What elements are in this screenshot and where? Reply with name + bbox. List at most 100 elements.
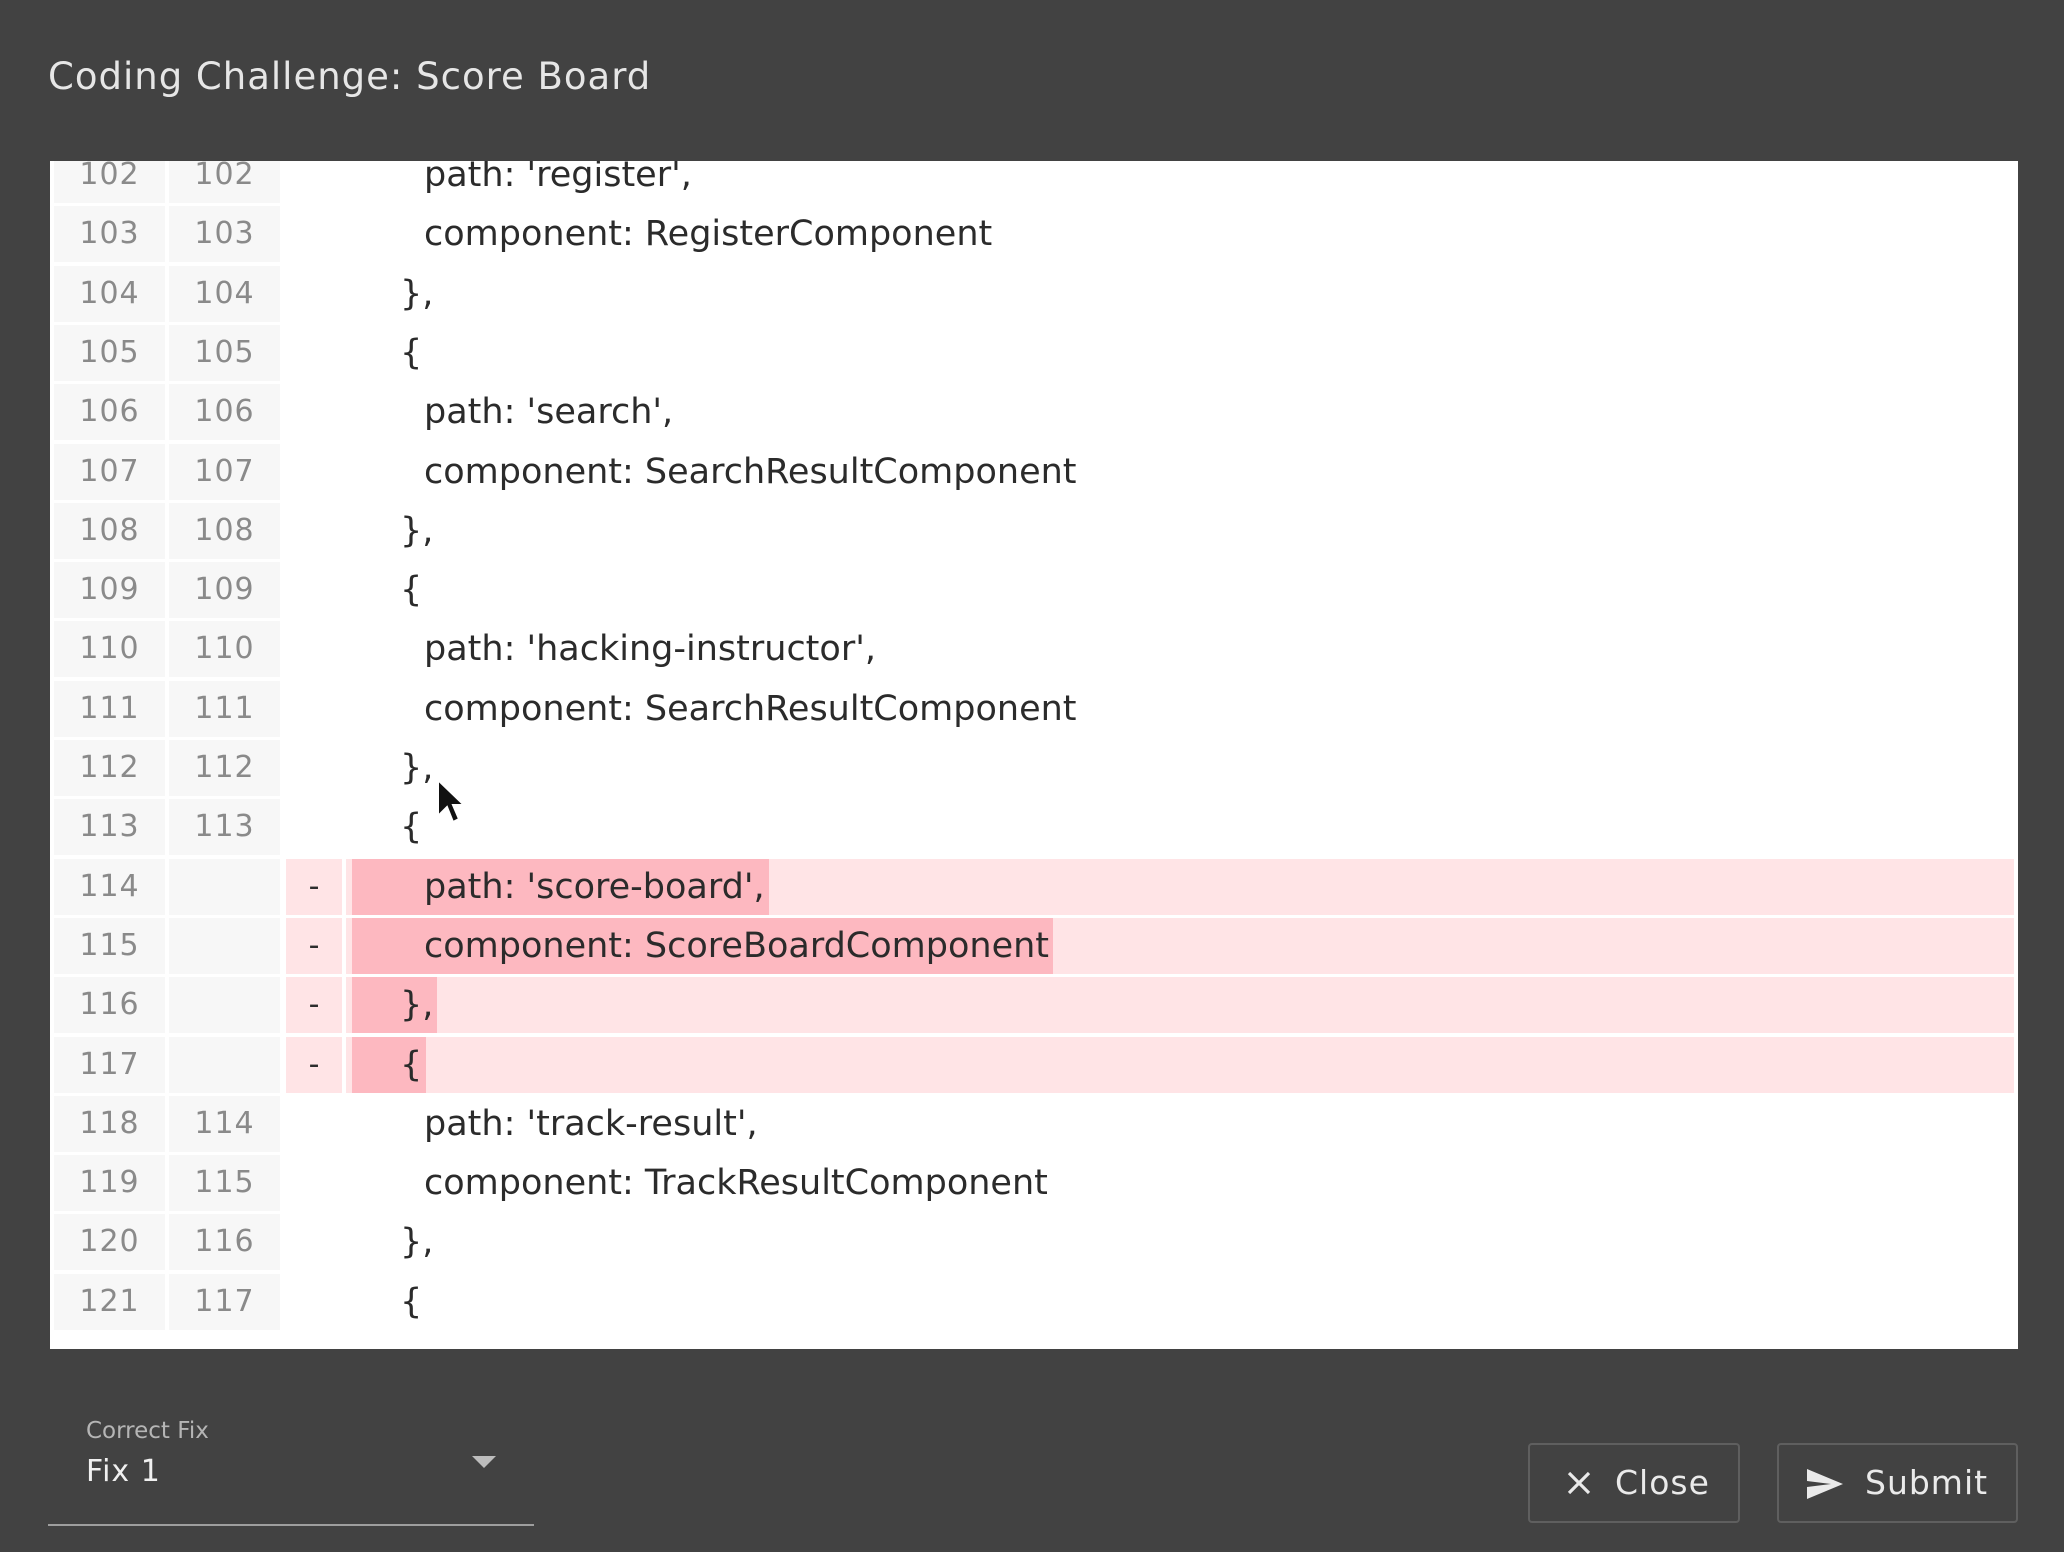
diff-marker: -	[286, 1036, 342, 1093]
new-line-number	[169, 917, 280, 974]
code-line-text: path: 'search',	[424, 392, 674, 433]
correct-fix-select[interactable]: Correct Fix Fix 1	[48, 1400, 534, 1526]
new-line-number: 105	[169, 324, 280, 381]
code-line-text: },	[400, 510, 434, 551]
old-line-number: 111	[54, 680, 165, 737]
new-line-number: 111	[169, 680, 280, 737]
code-line-background	[346, 266, 2014, 322]
code-line-text: path: 'score-board',	[352, 858, 769, 915]
new-line-number	[169, 1036, 280, 1093]
code-line-text: path: 'track-result',	[424, 1103, 758, 1144]
old-line-number: 113	[54, 799, 165, 856]
diff-line: 121 117 {	[50, 1273, 2018, 1330]
code-line-text: },	[400, 273, 434, 314]
new-line-number: 106	[169, 384, 280, 441]
code-line-text: },	[400, 748, 434, 788]
diff-marker: -	[286, 858, 342, 915]
code-line-text: {	[400, 807, 423, 848]
code-line-text: {	[400, 332, 423, 373]
diff-line: 109 109 {	[50, 562, 2018, 619]
old-line-number: 117	[54, 1036, 165, 1093]
new-line-number: 104	[169, 265, 280, 322]
code-line-background	[346, 977, 2014, 1034]
diff-line: 104 104},	[50, 265, 2018, 322]
new-line-number: 108	[169, 502, 280, 559]
old-line-number: 120	[54, 1214, 165, 1271]
new-line-number: 109	[169, 562, 280, 619]
code-diff-viewer[interactable]: 102 102 path: 'register', 103 103 component: …	[50, 161, 2018, 1349]
diff-line: 110 110 path: 'hacking-instructor',	[50, 621, 2018, 678]
code-line-text: {	[400, 1281, 423, 1322]
code-line-text: path: 'hacking-instructor',	[424, 629, 876, 670]
diff-marker	[286, 1214, 342, 1270]
old-line-number: 115	[54, 917, 165, 974]
diff-marker: -	[286, 977, 342, 1034]
code-line-background	[346, 562, 2014, 618]
old-line-number: 118	[54, 1095, 165, 1152]
old-line-number: 116	[54, 977, 165, 1034]
submit-button[interactable]: Submit	[1777, 1443, 2018, 1523]
code-line-background	[346, 503, 2014, 559]
code-line-background	[346, 1214, 2014, 1270]
diff-marker	[286, 161, 342, 203]
diff-marker	[286, 206, 342, 262]
coding-challenge-dialog: Coding Challenge: Score Board 102 102 path…	[0, 0, 2064, 1552]
diff-marker	[286, 444, 342, 500]
submit-button-label: Submit	[1865, 1463, 1989, 1502]
code-line-text: {	[400, 570, 423, 611]
old-line-number: 107	[54, 443, 165, 500]
diff-marker	[286, 562, 342, 618]
diff-line: 102 102 path: 'register',	[50, 161, 2018, 203]
code-line-text: component: SearchResultComponent	[424, 451, 1077, 492]
code-line-background	[346, 1274, 2014, 1330]
diff-line: 113 113 {	[50, 799, 2018, 856]
diff-marker	[286, 384, 342, 440]
old-line-number: 103	[54, 206, 165, 263]
correct-fix-label: Correct Fix	[86, 1418, 209, 1444]
new-line-number: 117	[169, 1273, 280, 1330]
old-line-number: 112	[54, 740, 165, 796]
old-line-number: 104	[54, 265, 165, 322]
old-line-number: 119	[54, 1155, 165, 1212]
new-line-number	[169, 977, 280, 1034]
code-line-background	[346, 325, 2014, 381]
diff-line-removed: 115 - component: ScoreBoardComponent	[50, 917, 2018, 974]
send-icon	[1805, 1467, 1845, 1509]
diff-line: 120 116},	[50, 1214, 2018, 1271]
diff-marker	[286, 621, 342, 677]
close-button-label: Close	[1615, 1463, 1710, 1502]
close-button[interactable]: Close	[1528, 1443, 1740, 1523]
diff-marker	[286, 1274, 342, 1330]
old-line-number: 108	[54, 502, 165, 559]
code-line-text: component: SearchResultComponent	[424, 688, 1077, 729]
new-line-number: 113	[169, 799, 280, 856]
new-line-number: 107	[169, 443, 280, 500]
old-line-number: 121	[54, 1273, 165, 1330]
new-line-number: 103	[169, 206, 280, 263]
diff-marker	[286, 681, 342, 737]
diff-line: 105 105 {	[50, 324, 2018, 381]
old-line-number: 114	[54, 858, 165, 915]
code-line-background	[346, 740, 2014, 796]
diff-marker	[286, 740, 342, 796]
old-line-number: 109	[54, 562, 165, 619]
code-line-text: path: 'register',	[424, 161, 692, 195]
close-icon	[1564, 1467, 1594, 1506]
diff-marker	[286, 1096, 342, 1152]
diff-line-removed: 116 -},	[50, 977, 2018, 1034]
diff-line: 118 114 path: 'track-result',	[50, 1095, 2018, 1152]
code-line-text: component: ScoreBoardComponent	[352, 917, 1054, 974]
new-line-number: 116	[169, 1214, 280, 1271]
correct-fix-value: Fix 1	[86, 1454, 161, 1489]
new-line-number: 112	[169, 740, 280, 796]
code-line-text: component: RegisterComponent	[424, 214, 993, 255]
diff-line: 112 112},	[50, 740, 2018, 796]
diff-line: 106 106 path: 'search',	[50, 384, 2018, 441]
diff-line: 103 103 component: RegisterComponent	[50, 206, 2018, 263]
new-line-number	[169, 858, 280, 915]
new-line-number: 102	[169, 161, 280, 203]
diff-marker	[286, 325, 342, 381]
code-line-text: {	[352, 1036, 427, 1093]
mouse-cursor-icon	[436, 777, 467, 832]
diff-marker	[286, 266, 342, 322]
